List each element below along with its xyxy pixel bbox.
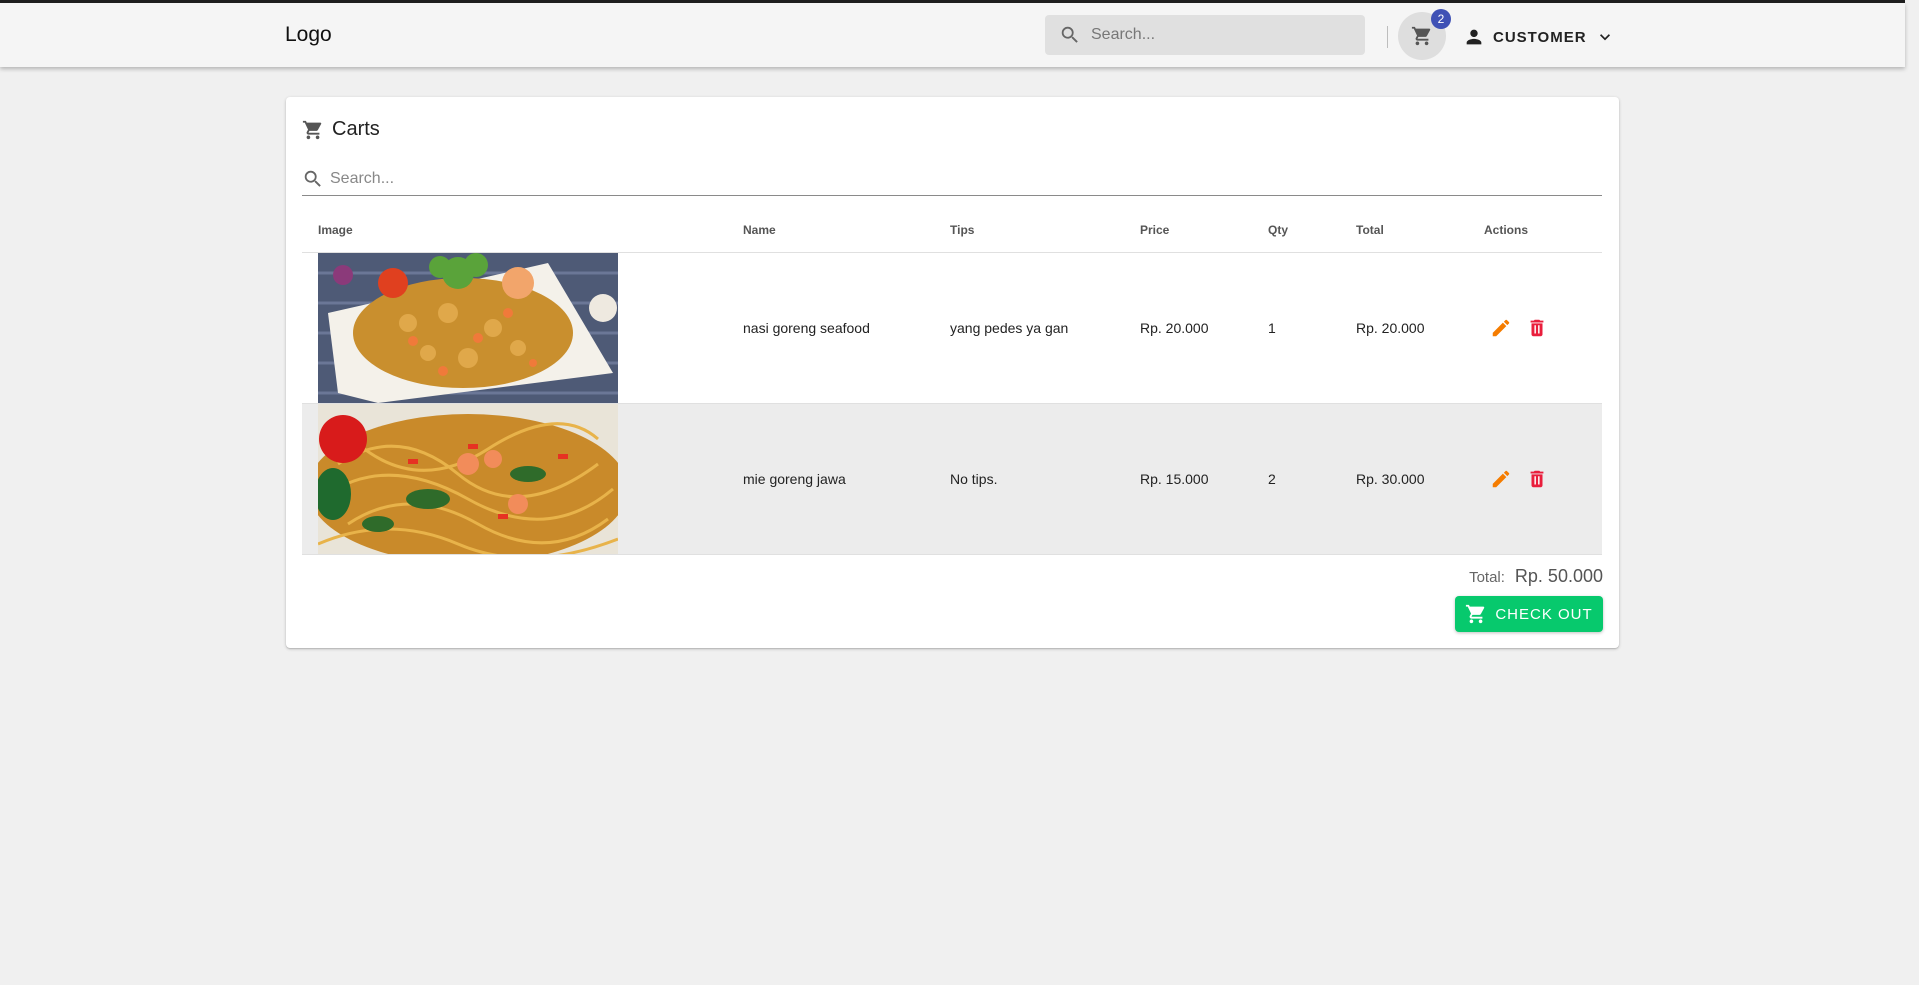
- cell-tips: yang pedes ya gan: [950, 320, 1069, 336]
- cell-tips: No tips.: [950, 471, 998, 487]
- cart-count-badge: 2: [1431, 9, 1451, 29]
- carts-header: Carts: [302, 118, 380, 141]
- column-header-qty[interactable]: Qty: [1268, 208, 1356, 253]
- table-row: mie goreng jawa No tips. Rp. 15.000 2 Rp…: [302, 403, 1602, 555]
- logo[interactable]: Logo: [285, 23, 332, 47]
- table-search[interactable]: [302, 163, 1602, 196]
- cell-actions: [1484, 404, 1602, 555]
- column-header-price[interactable]: Price: [1140, 208, 1268, 253]
- cell-qty: 2: [1268, 471, 1276, 487]
- cell-image: [302, 253, 743, 404]
- column-header-total[interactable]: Total: [1356, 208, 1484, 253]
- table-search-input[interactable]: [328, 169, 932, 189]
- cart-icon: [1411, 26, 1431, 46]
- column-header-tips[interactable]: Tips: [950, 208, 1140, 253]
- user-menu-label: CUSTOMER: [1493, 28, 1587, 46]
- cart-icon: [1465, 603, 1487, 625]
- edit-icon[interactable]: [1490, 468, 1512, 490]
- cell-price: Rp. 15.000: [1140, 471, 1209, 487]
- cell-total: Rp. 30.000: [1356, 471, 1425, 487]
- checkout-label: CHECK OUT: [1495, 605, 1593, 623]
- cart-total: Total: Rp. 50.000: [1469, 566, 1603, 587]
- cart-icon: [302, 120, 322, 139]
- cell-qty: 1: [1268, 320, 1276, 336]
- header-search[interactable]: [1045, 15, 1365, 55]
- search-icon: [304, 170, 321, 187]
- cell-name: nasi goreng seafood: [743, 320, 870, 336]
- table-header-row: Image Name Tips Price Qty Total Actions: [302, 208, 1602, 253]
- checkout-button[interactable]: CHECK OUT: [1455, 596, 1603, 632]
- carts-card: Carts Image Name Tips Price Qty Total Ac…: [286, 97, 1619, 648]
- cell-actions: [1484, 253, 1602, 404]
- header-divider: [1387, 26, 1388, 48]
- table-row: nasi goreng seafood yang pedes ya gan Rp…: [302, 253, 1602, 404]
- search-icon: [1059, 24, 1081, 46]
- column-header-name[interactable]: Name: [743, 208, 950, 253]
- total-label: Total:: [1469, 569, 1505, 586]
- cell-image: [302, 404, 743, 555]
- chevron-down-icon: [1595, 27, 1615, 47]
- user-menu[interactable]: CUSTOMER: [1463, 24, 1615, 50]
- food-image-mie-goreng: [318, 404, 618, 554]
- edit-icon[interactable]: [1490, 317, 1512, 339]
- person-icon: [1466, 29, 1482, 45]
- page-title: Carts: [332, 118, 380, 140]
- cell-name: mie goreng jawa: [743, 471, 846, 487]
- delete-icon[interactable]: [1526, 468, 1548, 490]
- food-image-nasi-goreng: [318, 253, 618, 403]
- total-value: Rp. 50.000: [1514, 566, 1603, 586]
- app-bar: Logo 2 CUSTOMER: [0, 3, 1905, 67]
- header-search-input[interactable]: [1089, 25, 1343, 45]
- column-header-actions: Actions: [1484, 208, 1602, 253]
- column-header-image[interactable]: Image: [302, 208, 743, 253]
- cell-price: Rp. 20.000: [1140, 320, 1209, 336]
- cell-total: Rp. 20.000: [1356, 320, 1425, 336]
- cart-table: Image Name Tips Price Qty Total Actions: [302, 208, 1602, 555]
- delete-icon[interactable]: [1526, 317, 1548, 339]
